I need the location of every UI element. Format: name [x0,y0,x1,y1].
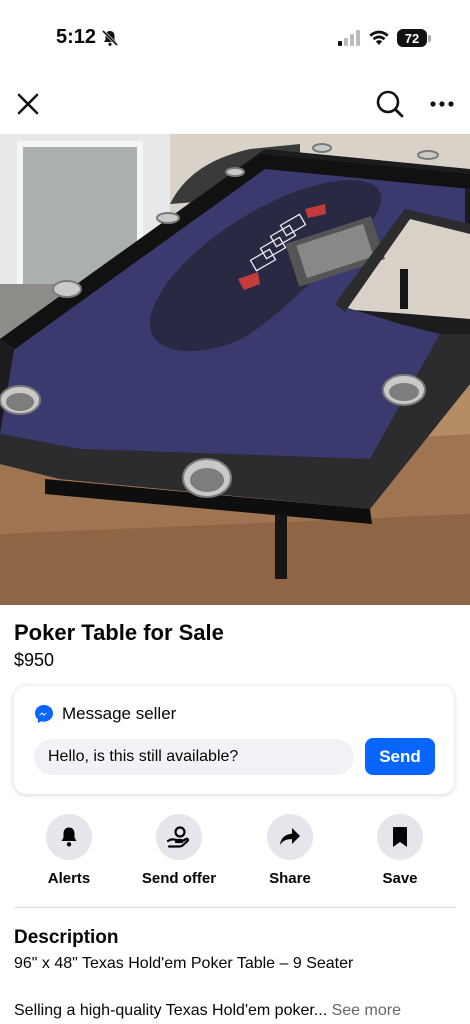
share-label: Share [269,870,311,887]
message-input[interactable]: Hello, is this still available? [34,739,354,775]
bell-off-icon [101,29,119,47]
share-button[interactable]: Share [235,814,345,887]
more-options-icon[interactable] [428,92,456,116]
share-icon-circle [267,814,313,860]
description-heading: Description [14,927,119,948]
action-bar: Alerts Send offer Share Save [0,814,470,894]
battery-tip [428,35,431,42]
close-icon[interactable] [14,90,42,118]
description-preview: Selling a high-quality Texas Hold'em pok… [14,1002,401,1020]
section-divider [14,907,456,908]
bell-icon [61,827,77,847]
message-input-value: Hello, is this still available? [48,748,239,765]
poker-table-image [0,134,470,605]
status-time: 5:12 [56,26,97,48]
listing-photo[interactable] [0,134,470,605]
save-icon-circle [377,814,423,860]
alerts-label: Alerts [47,870,91,887]
bookmark-icon [393,827,407,847]
battery-indicator: 72 [397,29,427,47]
description-line-2: Selling a high-quality Texas Hold'em pok… [14,1002,328,1019]
wifi-icon [369,30,389,45]
messenger-icon [35,705,53,723]
see-more-link[interactable]: See more [332,1002,401,1019]
listing-title: Poker Table for Sale [14,620,224,645]
message-seller-label: Message seller [62,704,177,723]
save-label: Save [382,870,418,887]
message-seller-header: Message seller [34,704,176,724]
send-button[interactable]: Send [365,738,435,775]
search-icon[interactable] [374,88,406,120]
share-icon [280,828,300,845]
alerts-button[interactable]: Alerts [14,814,124,887]
send-offer-label: Send offer [141,870,217,887]
send-offer-button[interactable]: Send offer [124,814,234,887]
listing-price: $950 [14,650,55,670]
status-bar: 5:12 72 [0,0,470,70]
description-line-1: 96" x 48" Texas Hold'em Poker Table – 9 … [14,955,354,972]
alerts-icon-circle [46,814,92,860]
offer-icon [167,826,190,848]
message-seller-card: Message seller Hello, is this still avai… [14,686,454,794]
top-nav [0,82,470,126]
signal-icon [338,30,360,46]
save-button[interactable]: Save [345,814,455,887]
send-offer-icon-circle [156,814,202,860]
